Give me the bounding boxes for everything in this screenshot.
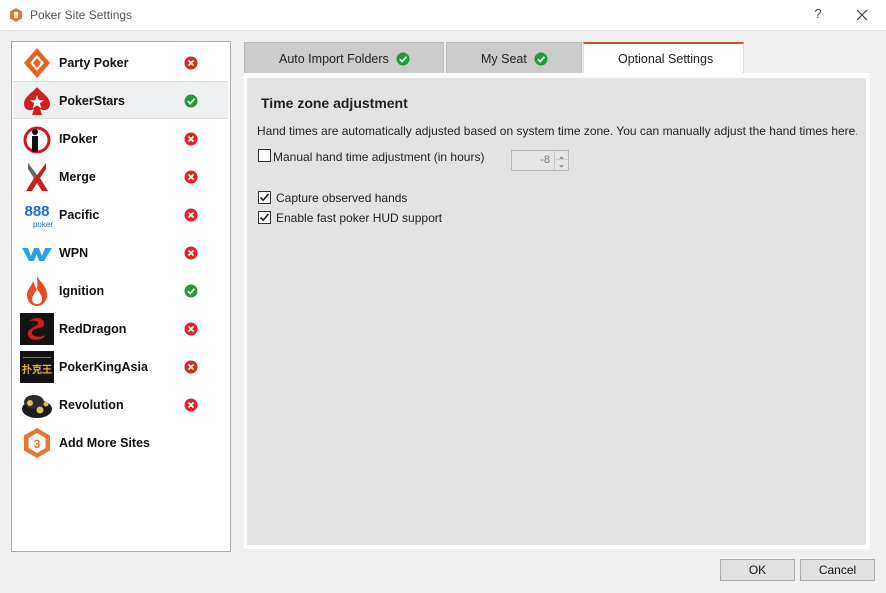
section-title: Time zone adjustment — [261, 95, 408, 111]
checkmark-icon — [184, 94, 198, 108]
site-item-pokerkingasia[interactable]: 扑克王 PokerKingAsia — [13, 348, 229, 386]
site-name: WPN — [59, 246, 89, 260]
site-list: Party Poker PokerStars IPoker Merge 888 … — [11, 41, 231, 552]
wpn-logo — [22, 248, 52, 261]
tab-label: Optional Settings — [618, 52, 714, 66]
pokerstars-logo — [24, 87, 50, 115]
title-bar: Poker Site Settings ? — [0, 0, 886, 31]
logo-text: 扑克王 — [22, 363, 52, 376]
checkmark-icon — [534, 52, 548, 66]
stepper-down-button[interactable] — [555, 160, 568, 169]
capture-observed-label: Capture observed hands — [276, 191, 408, 205]
time-zone-description: Hand times are automatically adjusted ba… — [257, 124, 857, 138]
error-icon — [184, 360, 198, 374]
site-item-merge[interactable]: Merge — [13, 158, 229, 196]
chevron-down-icon — [559, 165, 564, 168]
site-name: Merge — [59, 170, 96, 184]
error-icon — [184, 322, 198, 336]
checkmark-icon — [396, 52, 410, 66]
optional-settings-panel: Time zone adjustment Hand times are auto… — [247, 78, 866, 545]
stepper-arrows — [554, 151, 568, 170]
revolution-logo — [22, 395, 52, 418]
site-name: PokerStars — [59, 94, 126, 108]
ok-button[interactable]: OK — [720, 559, 795, 581]
close-button[interactable] — [848, 4, 876, 26]
stepper-up-button[interactable] — [555, 151, 568, 160]
tab-my-seat[interactable]: My Seat — [446, 42, 582, 73]
logo-subtext: poker — [33, 220, 53, 229]
merge-logo — [26, 163, 48, 191]
site-name: Pacific — [59, 208, 100, 222]
error-icon — [184, 398, 198, 412]
fast-hud-label: Enable fast poker HUD support — [276, 211, 443, 225]
tab-auto-import-folders[interactable]: Auto Import Folders — [244, 42, 444, 73]
error-icon — [184, 170, 198, 184]
manual-adjust-checkbox[interactable] — [258, 149, 271, 162]
error-icon — [184, 208, 198, 222]
error-icon — [184, 246, 198, 260]
tab-content: Time zone adjustment Hand times are auto… — [244, 73, 870, 549]
site-item-pokerstars[interactable]: PokerStars — [13, 81, 229, 119]
site-item-party-poker[interactable]: Party Poker — [13, 44, 229, 82]
add-sites-logo: 3 — [24, 428, 50, 458]
logo-text: 888 — [24, 203, 49, 220]
hours-adjustment-value: -8 — [540, 154, 550, 166]
site-item-wpn[interactable]: WPN — [13, 234, 229, 272]
help-button[interactable]: ? — [806, 6, 830, 26]
888-poker-logo: 888 poker — [24, 203, 53, 229]
party-poker-logo — [24, 48, 50, 78]
error-icon — [184, 56, 198, 70]
site-item-revolution[interactable]: Revolution — [13, 386, 229, 424]
tab-label: Auto Import Folders — [279, 52, 389, 66]
site-item-ignition[interactable]: Ignition — [13, 272, 229, 310]
hours-adjustment-stepper[interactable]: -8 — [511, 150, 569, 171]
add-more-sites-item[interactable]: 3 Add More Sites — [13, 424, 229, 462]
logo-text: 3 — [34, 437, 41, 451]
manual-adjust-label: Manual hand time adjustment (in hours) — [273, 150, 485, 164]
checkmark-icon — [259, 193, 270, 202]
ipoker-logo — [23, 126, 51, 154]
site-name: Party Poker — [59, 56, 129, 70]
capture-observed-checkbox[interactable] — [258, 191, 271, 204]
tab-label: My Seat — [481, 52, 527, 66]
site-item-pacific[interactable]: 888 poker Pacific — [13, 196, 229, 234]
site-name: RedDragon — [59, 322, 127, 336]
site-name: Ignition — [59, 284, 105, 298]
ignition-logo — [27, 276, 47, 306]
site-name: IPoker — [59, 132, 98, 146]
error-icon — [184, 132, 198, 146]
cancel-button[interactable]: Cancel — [800, 559, 875, 581]
checkmark-icon — [184, 284, 198, 298]
site-name: Add More Sites — [59, 436, 150, 450]
reddragon-logo — [20, 313, 54, 345]
site-item-reddragon[interactable]: RedDragon — [13, 310, 229, 348]
window-title: Poker Site Settings — [30, 8, 133, 22]
checkmark-icon — [259, 213, 270, 222]
fast-hud-checkbox[interactable] — [258, 211, 271, 224]
tab-optional-settings[interactable]: Optional Settings — [583, 42, 744, 74]
site-item-ipoker[interactable]: IPoker — [13, 120, 229, 158]
app-icon — [10, 8, 22, 22]
pokerkingasia-logo: 扑克王 — [20, 351, 54, 383]
site-name: Revolution — [59, 398, 124, 412]
site-name: PokerKingAsia — [59, 360, 148, 374]
close-icon — [856, 9, 868, 21]
